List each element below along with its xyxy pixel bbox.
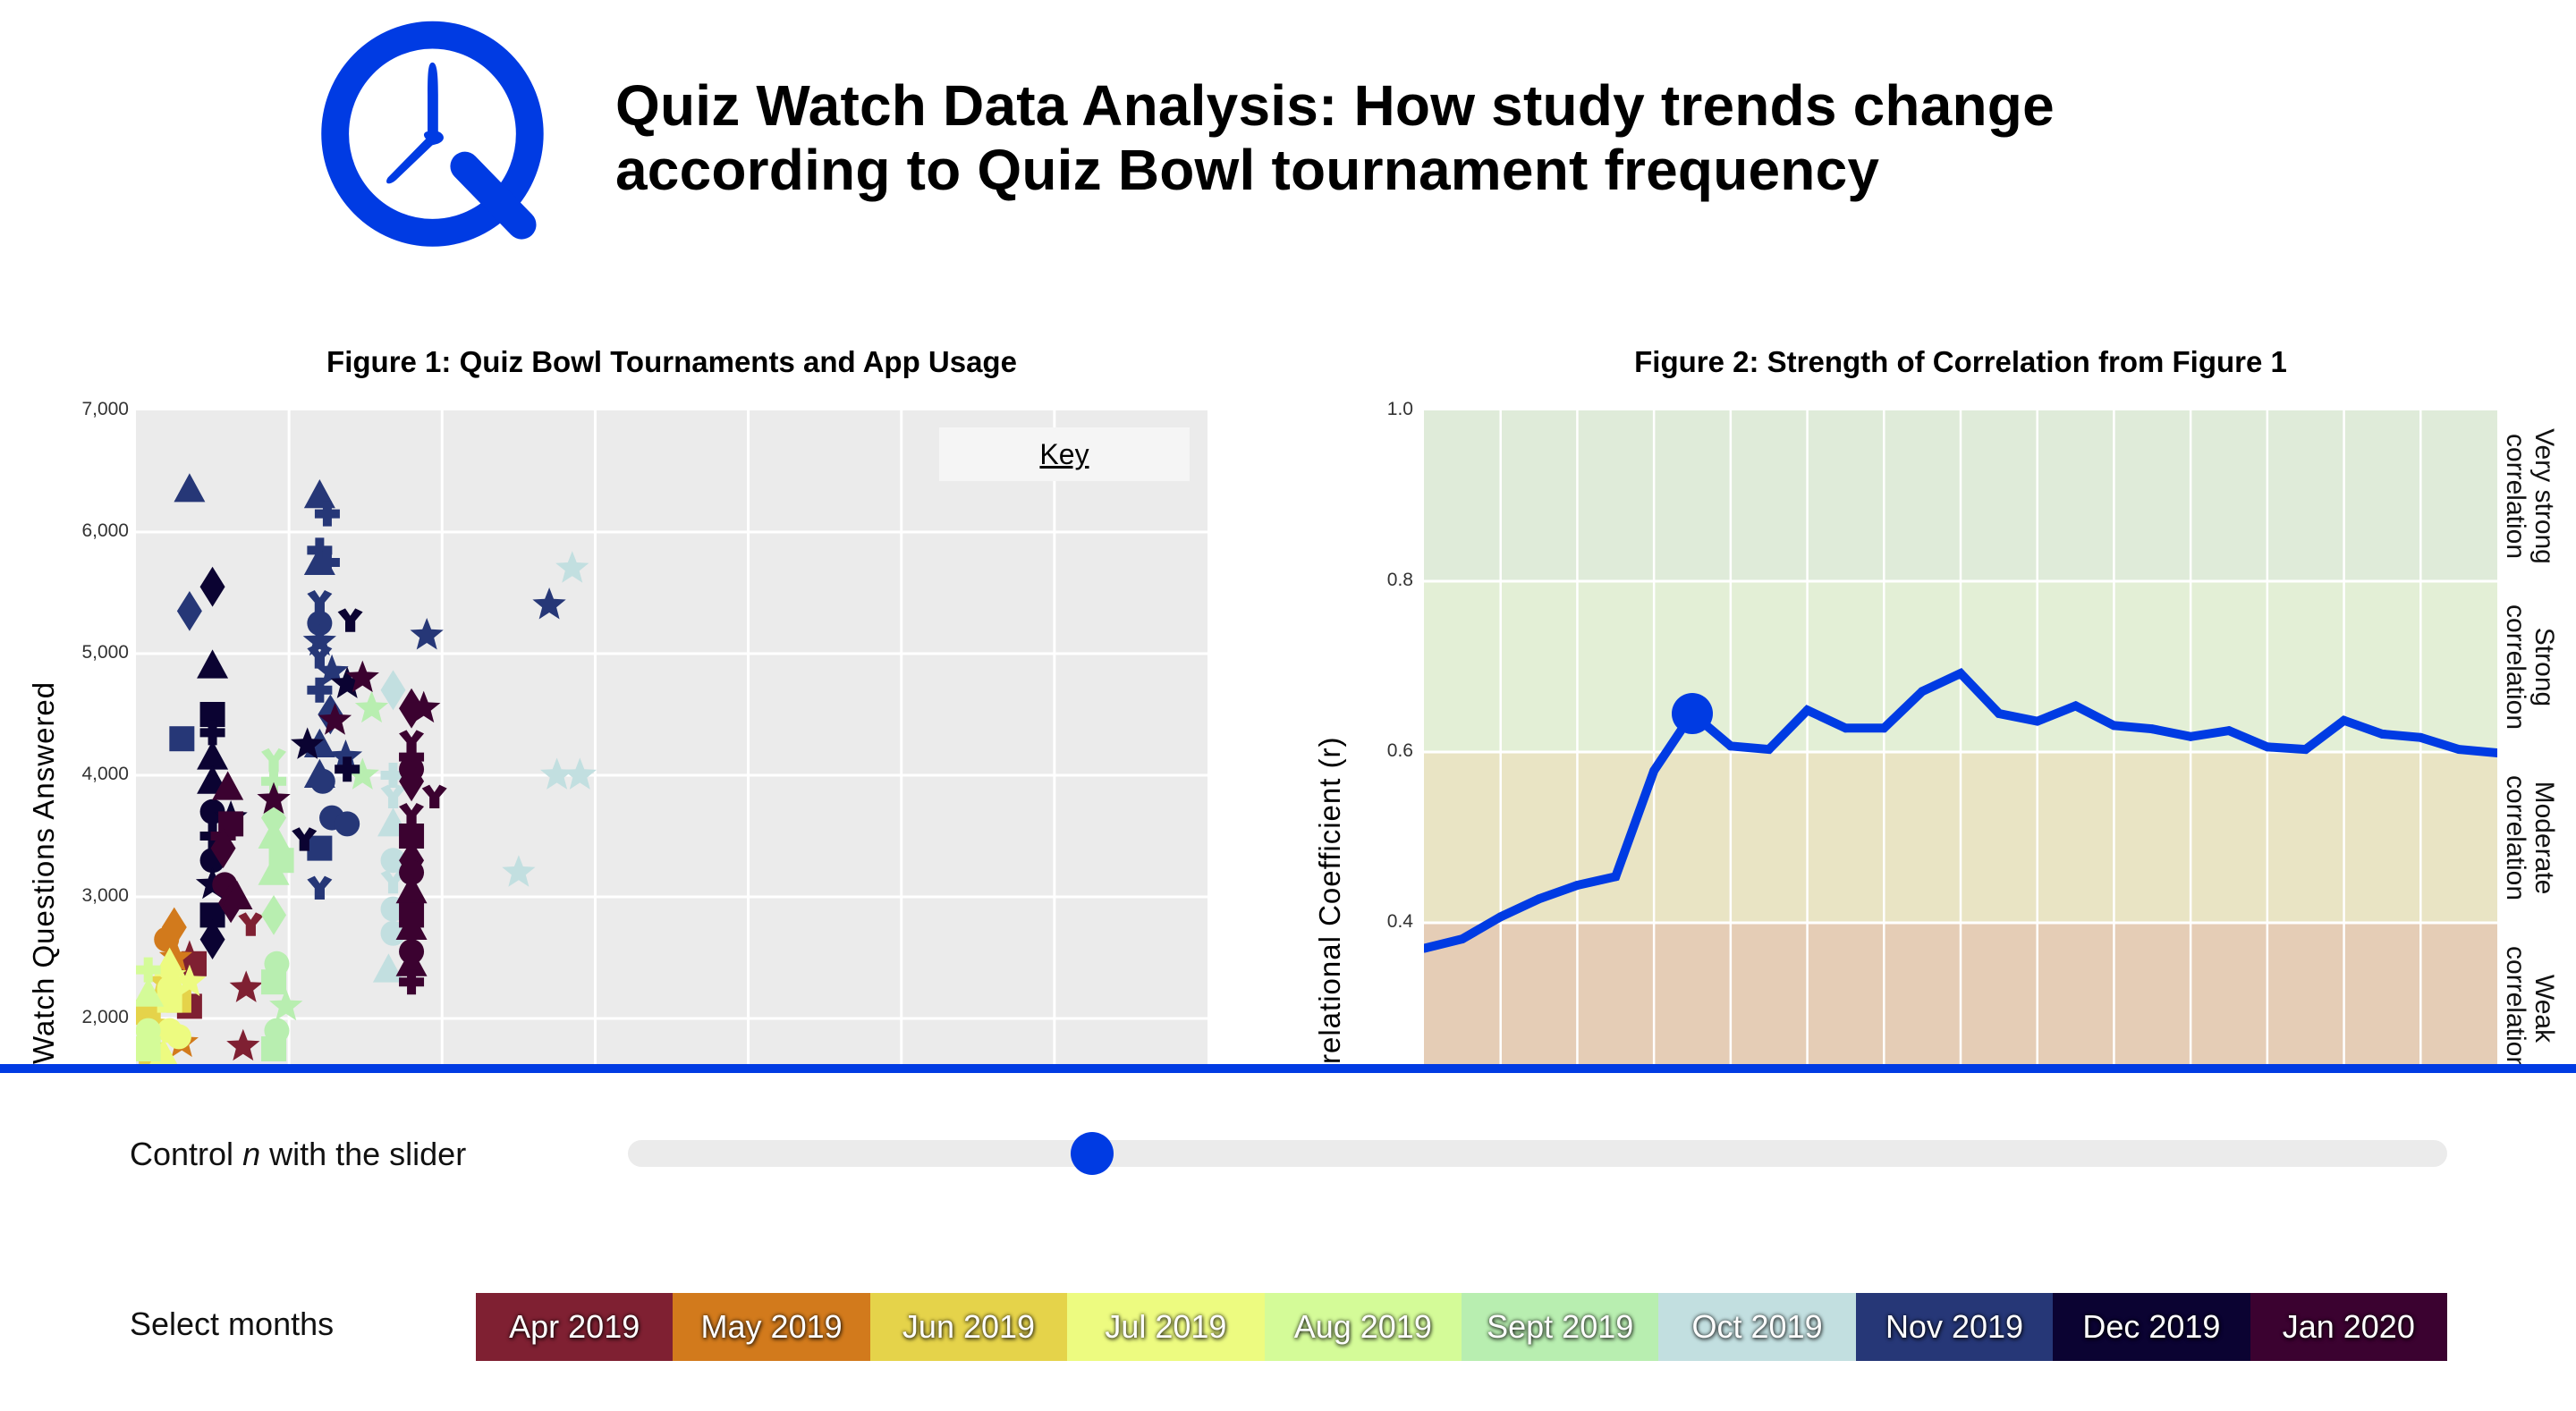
band-label-0: Very strong correlation [2501,416,2559,577]
legend-key-label[interactable]: Key [939,427,1190,481]
page-title-line-1: Quiz Watch Data Analysis: How study tren… [615,73,2055,138]
month-button-nov-2019[interactable]: Nov 2019 [1855,1293,2054,1361]
figure1-y-tick-label: 3,000 [81,885,129,906]
current-n-marker[interactable] [1672,693,1713,735]
band-label-line2: correlation [2501,774,2530,900]
scatter-point-square[interactable] [307,835,333,861]
figure2-y-tick-label: 0.6 [1386,740,1413,761]
correlation-point[interactable] [2032,716,2042,726]
figure2-y-axis-label: relational Coefficient (r) [1313,736,1346,1064]
correlation-point[interactable] [1879,723,1889,733]
band-label-line1: Moderate [2529,781,2559,894]
band-label-line2: correlation [2501,433,2530,559]
section-divider [0,1064,2576,1073]
months-label: Select months [130,1305,335,1342]
month-button-may-2019[interactable]: May 2019 [673,1293,870,1361]
n-slider-thumb[interactable] [1070,1132,1114,1175]
correlation-point[interactable] [1572,880,1582,890]
correlation-point[interactable] [1457,934,1467,944]
figure1-y-tick-label: 4,000 [81,764,129,784]
correlation-point[interactable] [2416,732,2426,742]
correlation-point[interactable] [1611,872,1621,882]
correlation-point[interactable] [1802,706,1812,715]
figure1-y-tick-label: 7,000 [81,399,129,419]
slider-label: Control n with the slider [130,1136,466,1173]
band-label-line2: correlation [2501,604,2530,730]
correlation-point[interactable] [1841,723,1851,733]
correlation-point[interactable] [1956,669,1965,679]
correlation-point[interactable] [2454,745,2464,755]
month-button-aug-2019[interactable]: Aug 2019 [1264,1293,1462,1361]
figure1-title: Figure 1: Quiz Bowl Tournaments and App … [326,345,1017,378]
quiz-watch-logo-icon [321,21,544,247]
scatter-point-square[interactable] [261,969,287,995]
correlation-point[interactable] [1534,894,1544,904]
figure1-scatter-plot[interactable] [136,410,1208,1064]
scatter-point-circle[interactable] [165,1024,191,1050]
scatter-point-square[interactable] [169,726,195,752]
figure1-y-tick-label: 6,000 [81,520,129,541]
month-button-jan-2020[interactable]: Jan 2020 [2250,1293,2447,1361]
band-label-line1: Very strong [2529,427,2559,564]
band-label-2: Moderate correlation [2501,757,2559,918]
correlation-point[interactable] [2109,721,2119,731]
correlation-point[interactable] [1764,745,1774,755]
month-button-jun-2019[interactable]: Jun 2019 [869,1293,1068,1361]
band-label-1: Strong correlation [2501,587,2559,748]
correlation-point[interactable] [2224,726,2233,736]
correlation-point[interactable] [1725,741,1735,751]
figure1-plot-background [136,410,1208,1064]
scatter-point-square[interactable] [157,987,182,1013]
month-button-jul-2019[interactable]: Jul 2019 [1067,1293,1265,1361]
month-button-dec-2019[interactable]: Dec 2019 [2053,1293,2250,1361]
figure2-y-tick-label: 0.8 [1386,570,1413,590]
figure1-y-tick-label: 5,000 [81,642,129,663]
figure2-y-tick-label: 1.0 [1386,399,1413,419]
n-slider-track[interactable] [628,1140,2447,1167]
correlation-point[interactable] [2339,715,2349,725]
figure2-title: Figure 2: Strength of Correlation from F… [1634,345,2287,378]
band-label-line1: Strong [2529,627,2559,706]
page-title-line-2: according to Quiz Bowl tournament freque… [615,138,1880,202]
scatter-point-square[interactable] [136,1036,161,1061]
correlation-point[interactable] [2377,729,2387,739]
correlation-point[interactable] [1918,687,1928,697]
figure2-line-plot[interactable] [1424,410,2497,1064]
legend-key-box[interactable]: Key [939,427,1190,481]
figure2-y-tick-label: 0.4 [1386,911,1413,932]
slider-label-variable: n [242,1136,261,1172]
correlation-point[interactable] [2301,745,2310,755]
correlation-point[interactable] [1994,709,2004,719]
correlation-point[interactable] [1496,912,1505,922]
scatter-point-circle[interactable] [335,811,360,837]
figure1-y-tick-label: 2,000 [81,1007,129,1027]
slider-label-prefix: Control [130,1136,243,1172]
correlation-point[interactable] [2262,742,2272,752]
month-button-apr-2019[interactable]: Apr 2019 [476,1293,674,1361]
month-button-oct-2019[interactable]: Oct 2019 [1658,1293,1856,1361]
correlation-point[interactable] [2186,731,2196,741]
scatter-point-square[interactable] [261,1036,287,1061]
slider-label-suffix: with the slider [260,1136,467,1172]
correlation-point[interactable] [1649,766,1659,776]
correlation-point[interactable] [2071,701,2080,711]
month-button-sept-2019[interactable]: Sept 2019 [1462,1293,1659,1361]
correlation-point[interactable] [2148,724,2157,734]
